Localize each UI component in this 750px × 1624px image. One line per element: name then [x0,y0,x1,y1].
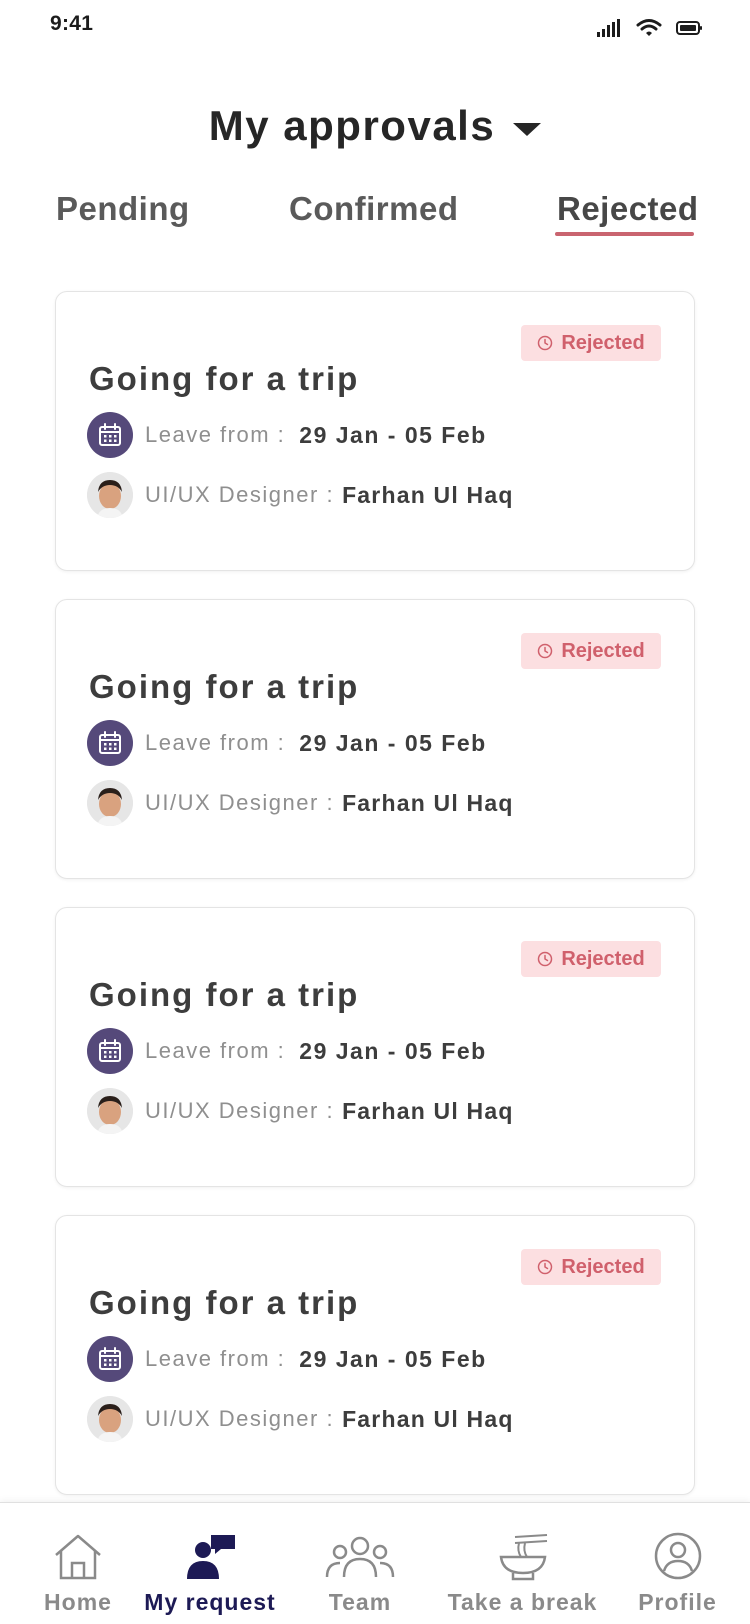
status-icons [596,18,702,38]
status-badge: Rejected [521,1249,661,1285]
profile-icon [654,1532,701,1580]
clock-icon [538,643,553,659]
status-text: Rejected [561,331,645,354]
clock-icon [538,335,553,351]
leave-row: Leave from : 29 Jan - 05 Feb [87,1028,487,1074]
role-label: UI/UX Designer : [145,1098,335,1123]
leave-dates: 29 Jan - 05 Feb [299,421,487,448]
nav-label: Home [44,1589,112,1615]
page-title: My approvals [208,102,496,149]
avatar [87,780,133,826]
tab-rejected[interactable]: Rejected [557,190,699,228]
nav-label: My request [144,1589,276,1615]
requester-name: Farhan Ul Haq [342,1405,514,1432]
role-label: UI/UX Designer : [145,790,335,815]
approval-card[interactable]: Rejected Going for a trip Leave from: 2… [55,1215,695,1495]
requester-name: Farhan Ul Haq [342,789,514,816]
leave-row: Leave from : 29 Jan - 05 Feb [87,720,487,766]
nav-home[interactable]: Home [28,1503,128,1624]
status-text: Rejected [561,639,645,662]
caret-down-icon[interactable] [513,122,542,136]
requester-row: UI/UX Designer : Farhan Ul Haq [87,1396,514,1442]
request-title: Going for a trip [89,1284,360,1321]
leave-row: Leave from : 29 Jan - 05 Feb [87,412,487,458]
avatar [87,1088,133,1134]
leave-label: Leave from : [145,422,286,447]
chat-person-icon [187,1535,235,1579]
leave-label: Leave from : [145,730,286,755]
status-badge: Rejected [521,941,661,977]
role-label: UI/UX Designer : [145,1406,335,1431]
requester-row: UI/UX Designer : Farhan Ul Haq [87,472,514,518]
tab-bar: Pending Confirmed Rejected [0,190,750,240]
leave-label: Leave from : [145,1346,286,1371]
requester-row: UI/UX Designer : Farhan Ul Haq [87,1088,514,1134]
nav-my-request[interactable]: My request [140,1503,280,1624]
tab-confirmed[interactable]: Confirmed [289,190,459,228]
requester-name: Farhan Ul Haq [342,1097,514,1124]
app-screen: 9:41 My approvals Pending Confirmed Reje… [0,0,750,1624]
calendar-icon [87,1336,133,1382]
request-title: Going for a trip [89,668,360,705]
nav-label: Team [328,1589,392,1615]
leave-row: Leave from : 29 Jan - 05 Feb [87,1336,487,1382]
battery-icon [676,21,702,35]
noodle-bowl-icon [499,1534,547,1581]
clock-icon [538,1259,553,1275]
role-label: UI/UX Designer : [145,482,335,507]
status-bar: 9:41 [0,0,750,60]
requester-row: UI/UX Designer : Farhan Ul Haq [87,780,514,826]
leave-dates: 29 Jan - 05 Feb [299,1037,487,1064]
calendar-icon [87,720,133,766]
avatar [87,1396,133,1442]
nav-label: Take a break [447,1589,598,1615]
status-badge: Rejected [521,325,661,361]
calendar-icon [87,1028,133,1074]
leave-dates: 29 Jan - 05 Feb [299,1345,487,1372]
approval-card[interactable]: Rejected Going for a trip Leave from: 2… [55,907,695,1187]
request-title: Going for a trip [89,976,360,1013]
status-badge: Rejected [521,633,661,669]
active-tab-indicator [555,232,694,236]
status-text: Rejected [561,947,645,970]
requester-name: Farhan Ul Haq [342,481,514,508]
status-text: Rejected [561,1255,645,1278]
approval-card[interactable]: Rejected Going for a trip Leave from: 2… [55,599,695,879]
status-time: 9:41 [50,12,94,35]
team-icon [325,1536,395,1578]
header[interactable]: My approvals [0,96,750,156]
nav-take-a-break[interactable]: Take a break [440,1503,605,1624]
nav-profile[interactable]: Profile [630,1503,725,1624]
avatar [87,472,133,518]
nav-label: Profile [638,1589,717,1615]
nav-team[interactable]: Team [310,1503,410,1624]
approval-card[interactable]: Rejected Going for a trip Leave from: 2… [55,291,695,571]
wifi-icon [636,19,662,36]
calendar-icon [87,412,133,458]
request-title: Going for a trip [89,360,360,397]
clock-icon [538,951,553,967]
leave-label: Leave from : [145,1038,286,1063]
approval-list: Rejected Going for a trip Leave from: 2… [55,291,695,1523]
home-icon [55,1534,101,1580]
bottom-nav: Home My request Team Take a break Profil… [0,1502,750,1624]
signal-icon [597,19,620,37]
leave-dates: 29 Jan - 05 Feb [299,729,487,756]
tab-pending[interactable]: Pending [56,190,190,228]
